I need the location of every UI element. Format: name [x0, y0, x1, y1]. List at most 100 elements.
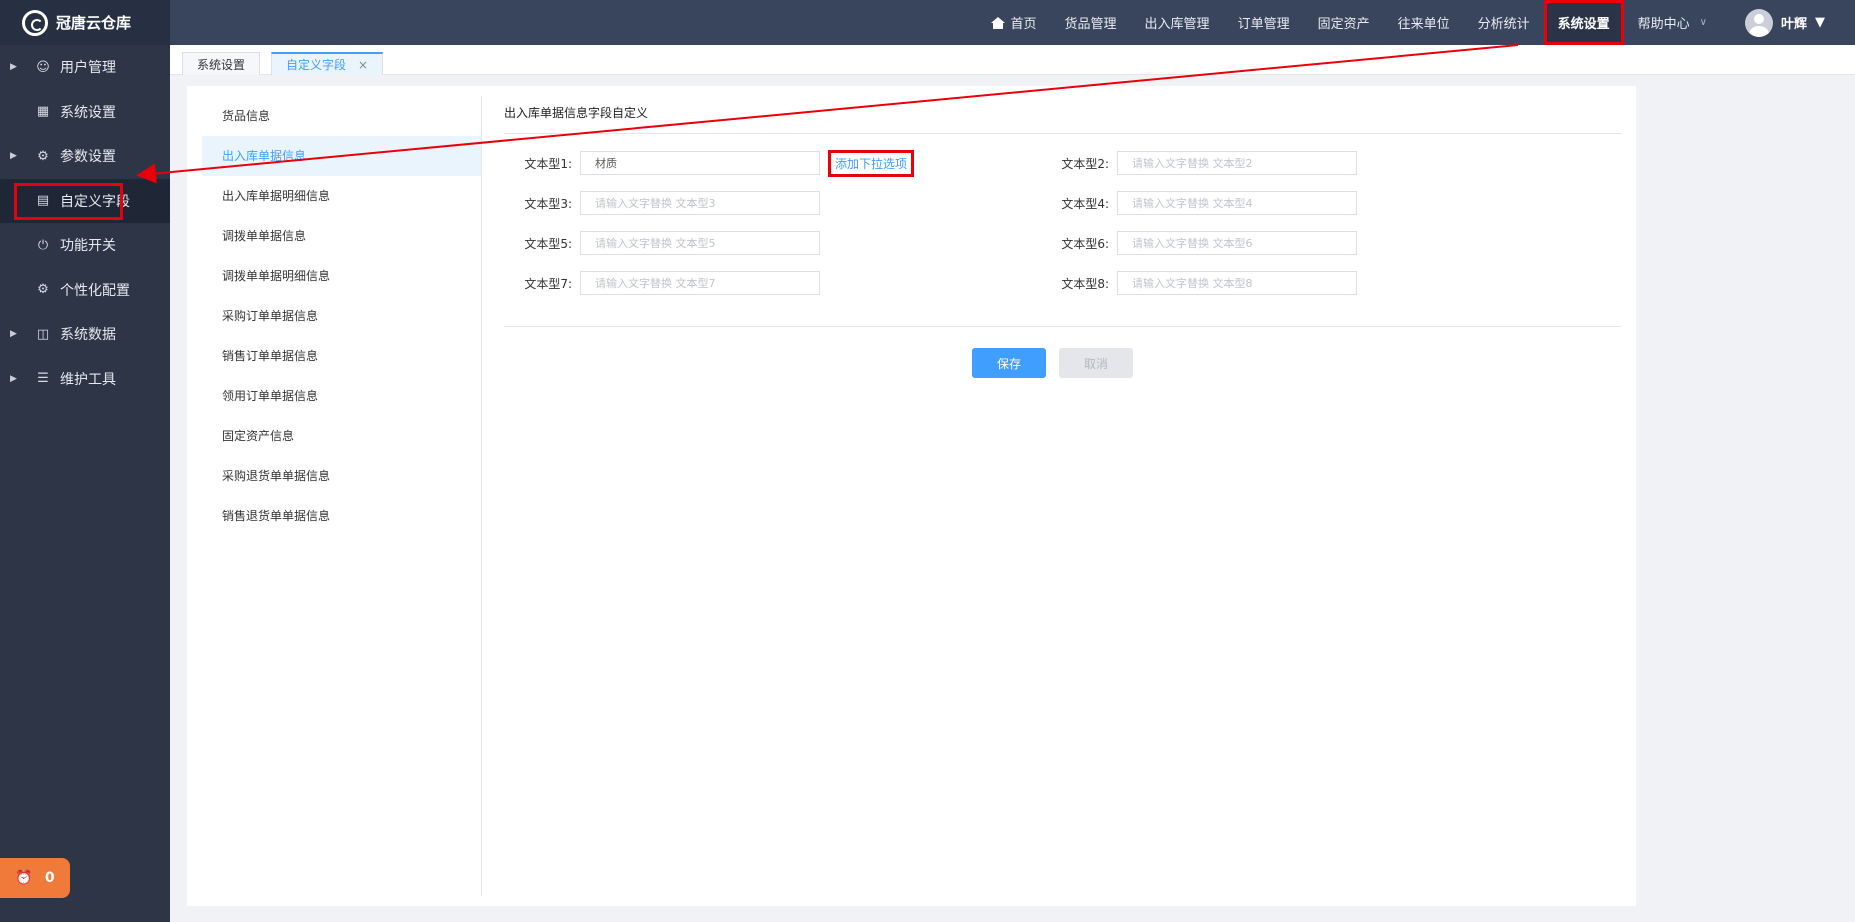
logo-icon: [22, 9, 48, 36]
text2-input[interactable]: [1117, 151, 1357, 175]
text5-input[interactable]: [580, 231, 820, 255]
text3-input[interactable]: [580, 191, 820, 215]
subnav-item[interactable]: 调拨单单据明细信息: [202, 256, 481, 296]
power-icon: ⏻: [37, 237, 49, 253]
caret-down-icon: ▼: [1815, 15, 1825, 30]
app-name: 冠唐云仓库: [56, 14, 132, 32]
divider: [504, 326, 1621, 327]
sidebar-item-system-settings[interactable]: ▶ ▦ 系统设置: [0, 90, 170, 135]
sidebar-menu: ▶ ☺ 用户管理 ▶ ▦ 系统设置 ▶ ⚙ 参数设置 ▶ ▤ 自定义字段 ▶ ⏻…: [0, 45, 170, 401]
sidebar-item-parameter-settings[interactable]: ▶ ⚙ 参数设置: [0, 134, 170, 179]
monitor-icon: ▦: [36, 104, 50, 120]
caret-right-icon: ▶: [10, 62, 17, 73]
logo[interactable]: 冠唐云仓库: [0, 0, 170, 45]
subnav-item[interactable]: 调拨单单据信息: [202, 216, 481, 256]
avatar: [1744, 8, 1773, 37]
alarm-icon: ⏰: [15, 870, 33, 886]
add-dropdown-option-link[interactable]: 添加下拉选项: [828, 149, 915, 177]
text8-input[interactable]: [1117, 271, 1357, 295]
nav-goods[interactable]: 货品管理: [1051, 0, 1131, 45]
field-label: 文本型8:: [1061, 276, 1109, 291]
user-icon: ☺: [36, 59, 50, 75]
sidebar-item-label: 功能开关: [60, 238, 116, 255]
text6-input[interactable]: [1117, 231, 1357, 255]
gear-icon: ⚙: [37, 282, 49, 298]
nav-partners[interactable]: 往来单位: [1384, 0, 1464, 45]
user-name: 叶辉: [1780, 17, 1807, 32]
subnav-item[interactable]: 货品信息: [202, 96, 481, 136]
sidebar-item-personalization[interactable]: ▶ ⚙ 个性化配置: [0, 268, 170, 313]
caret-right-icon: ▶: [10, 373, 17, 384]
database-icon: ☰: [37, 371, 49, 387]
highlight-box: [1543, 0, 1624, 45]
nav-system-settings[interactable]: 系统设置: [1543, 0, 1624, 45]
sidebar-item-label: 参数设置: [60, 149, 116, 166]
nav-analytics[interactable]: 分析统计: [1464, 0, 1544, 45]
form-area: 出入库单据信息字段自定义 文本型1: 添加下拉选项 文本型2: 文本型3: 文本…: [504, 86, 1624, 906]
field-row-text4: 文本型4:: [1041, 191, 1357, 215]
chart-icon: ◫: [36, 326, 50, 342]
field-label: 文本型5:: [524, 236, 572, 251]
sidebar-item-custom-fields[interactable]: ▶ ▤ 自定义字段: [0, 178, 170, 223]
divider: [504, 133, 1621, 134]
section-title: 出入库单据信息字段自定义: [504, 106, 649, 120]
caret-right-icon: ▶: [10, 329, 17, 340]
subnav-item[interactable]: 固定资产信息: [202, 416, 481, 456]
text4-input[interactable]: [1117, 191, 1357, 215]
sidebar-item-label: 维护工具: [60, 371, 116, 388]
sidebar-item-user-management[interactable]: ▶ ☺ 用户管理: [0, 45, 170, 90]
sidebar-item-feature-switch[interactable]: ▶ ⏻ 功能开关: [0, 223, 170, 268]
field-row-text6: 文本型6:: [1041, 231, 1357, 255]
text1-input[interactable]: [580, 151, 820, 175]
field-row-text8: 文本型8:: [1041, 271, 1357, 295]
sidebar-item-maintenance-tools[interactable]: ▶ ☰ 维护工具: [0, 357, 170, 402]
user-menu[interactable]: 叶辉 ▼: [1721, 8, 1855, 37]
subnav-item[interactable]: 采购退货单单据信息: [202, 456, 481, 496]
field-label: 文本型7:: [524, 276, 572, 291]
notification-fab[interactable]: ⏰ 0: [0, 858, 70, 898]
sidebar-item-label: 系统设置: [60, 104, 116, 121]
subnav-item[interactable]: 领用订单单据信息: [202, 376, 481, 416]
home-icon: [990, 16, 1005, 29]
tab-system-settings[interactable]: 系统设置: [182, 52, 261, 75]
tab-bar: 系统设置 自定义字段 ×: [170, 45, 1855, 75]
document-type-list: 货品信息 出入库单据信息 出入库单据明细信息 调拨单单据信息 调拨单单据明细信息…: [202, 96, 482, 896]
notification-count: 0: [44, 870, 55, 886]
sidebar-item-label: 用户管理: [60, 60, 116, 77]
close-icon[interactable]: ×: [358, 58, 368, 72]
highlight-box: [14, 182, 123, 220]
top-nav: 首页 货品管理 出入库管理 订单管理 固定资产 往来单位 分析统计 系统设置 帮…: [977, 0, 1855, 45]
field-row-text2: 文本型2:: [1041, 151, 1357, 175]
sidebar-item-system-data[interactable]: ▶ ◫ 系统数据: [0, 312, 170, 357]
nav-help[interactable]: 帮助中心 ∨: [1624, 0, 1721, 45]
field-label: 文本型4:: [1061, 196, 1109, 211]
field-row-text5: 文本型5:: [504, 231, 820, 255]
sidebar: 冠唐云仓库 ▶ ☺ 用户管理 ▶ ▦ 系统设置 ▶ ⚙ 参数设置 ▶ ▤ 自定义…: [0, 0, 170, 922]
text7-input[interactable]: [580, 271, 820, 295]
tab-custom-fields[interactable]: 自定义字段 ×: [271, 52, 384, 75]
field-label: 文本型3:: [524, 196, 572, 211]
field-label: 文本型2:: [1061, 156, 1109, 171]
topbar: 首页 货品管理 出入库管理 订单管理 固定资产 往来单位 分析统计 系统设置 帮…: [170, 0, 1855, 45]
nav-assets[interactable]: 固定资产: [1304, 0, 1384, 45]
main-panel: 货品信息 出入库单据信息 出入库单据明细信息 调拨单单据信息 调拨单单据明细信息…: [187, 86, 1636, 906]
sidebar-item-label: 个性化配置: [60, 282, 130, 299]
subnav-item-active[interactable]: 出入库单据信息: [202, 136, 481, 176]
chevron-down-icon: ∨: [1699, 17, 1707, 28]
gear-icon: ⚙: [37, 148, 49, 164]
field-row-text7: 文本型7:: [504, 271, 820, 295]
field-label: 文本型6:: [1061, 236, 1109, 251]
nav-inout[interactable]: 出入库管理: [1131, 0, 1224, 45]
subnav-item[interactable]: 销售退货单单据信息: [202, 496, 481, 536]
save-button[interactable]: 保存: [972, 348, 1046, 378]
nav-home[interactable]: 首页: [977, 0, 1051, 45]
subnav-item[interactable]: 销售订单单据信息: [202, 336, 481, 376]
sidebar-item-label: 系统数据: [60, 327, 116, 344]
field-label: 文本型1:: [524, 156, 572, 171]
nav-orders[interactable]: 订单管理: [1224, 0, 1304, 45]
subnav-item[interactable]: 采购订单单据信息: [202, 296, 481, 336]
subnav-item[interactable]: 出入库单据明细信息: [202, 176, 481, 216]
field-row-text3: 文本型3:: [504, 191, 820, 215]
cancel-button[interactable]: 取消: [1059, 348, 1133, 378]
caret-right-icon: ▶: [10, 151, 17, 162]
